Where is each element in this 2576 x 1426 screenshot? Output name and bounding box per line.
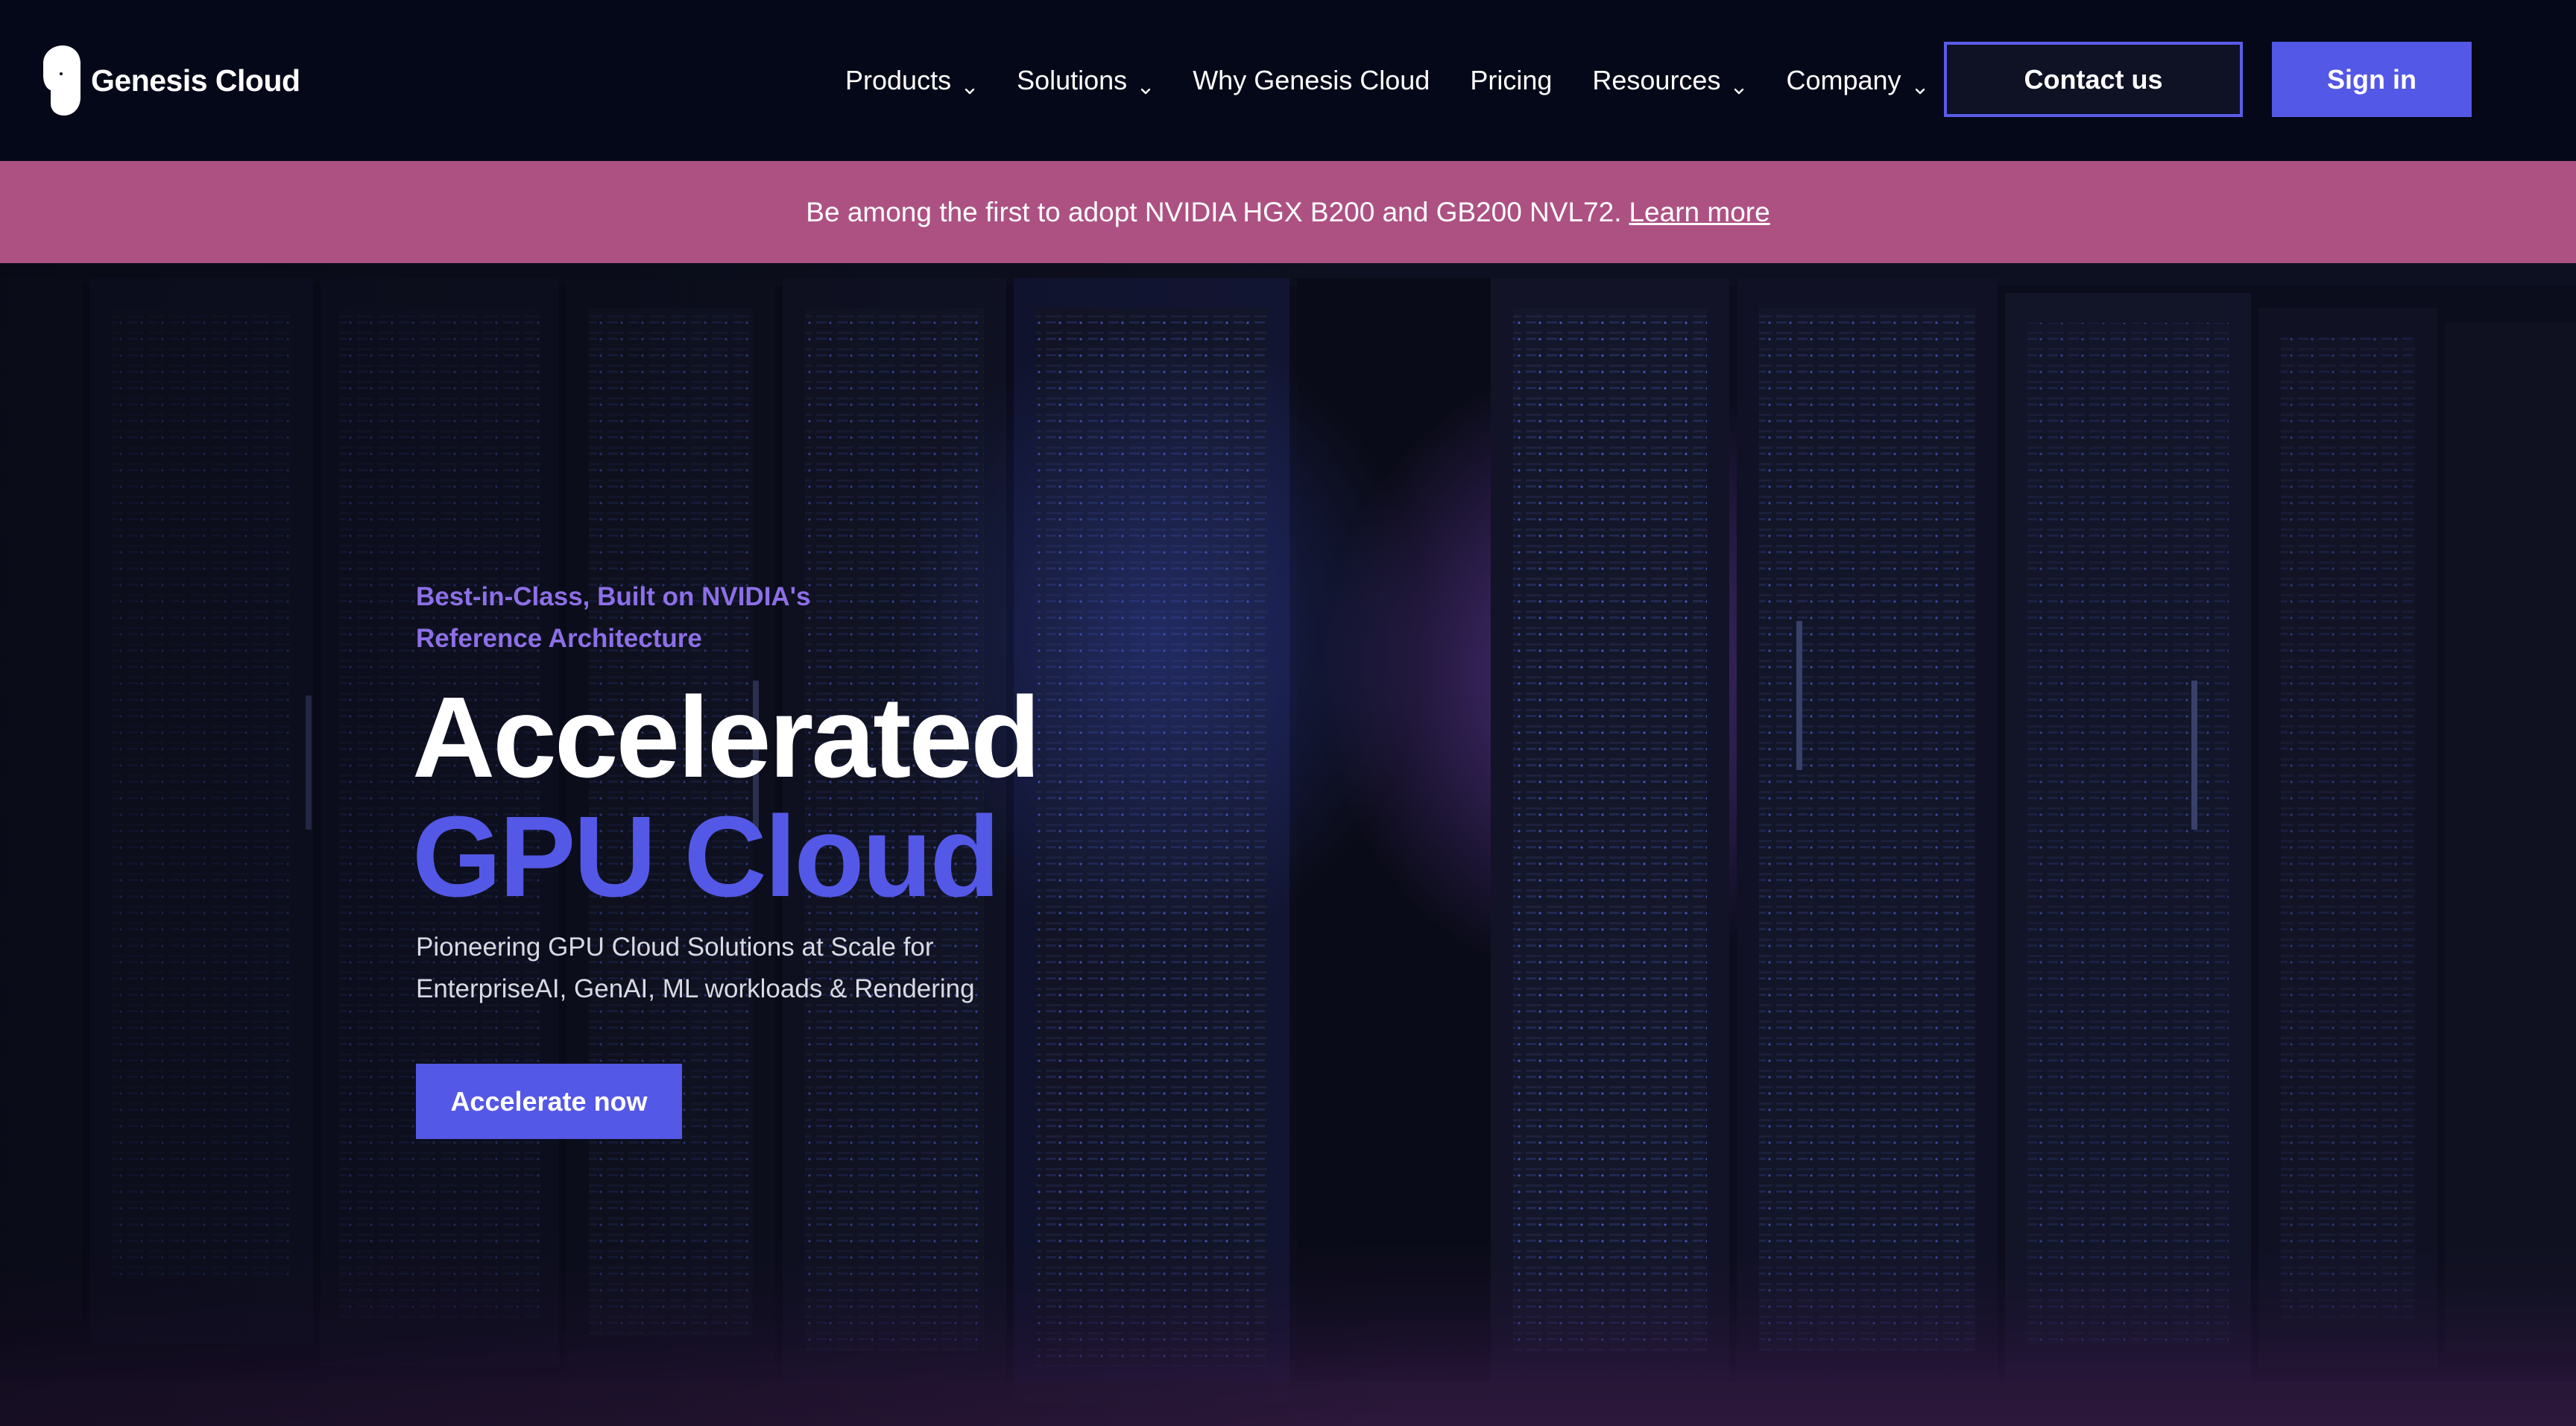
learn-more-link[interactable]: Learn more bbox=[1629, 197, 1770, 228]
sign-in-button[interactable]: Sign in bbox=[2272, 42, 2472, 117]
nav-item-label: Company bbox=[1786, 65, 1901, 95]
hero-headline-line2: GPU Cloud bbox=[412, 792, 1000, 921]
accelerate-now-button[interactable]: Accelerate now bbox=[416, 1064, 682, 1139]
nav-item-why-genesis-cloud[interactable]: Why Genesis Cloud bbox=[1193, 65, 1430, 96]
top-nav: Genesis Cloud Products Solutions Why Gen… bbox=[0, 0, 2576, 161]
hero-section: Best-in-Class, Built on NVIDIA's Referen… bbox=[0, 263, 2576, 1426]
nav-item-products[interactable]: Products bbox=[845, 65, 976, 96]
nav-item-company[interactable]: Company bbox=[1786, 65, 1926, 96]
server-racks-background-image bbox=[0, 263, 2576, 1426]
chevron-down-icon bbox=[1732, 74, 1746, 95]
nav-item-resources[interactable]: Resources bbox=[1592, 65, 1746, 96]
logo-text: Genesis Cloud bbox=[91, 63, 300, 98]
chevron-down-icon bbox=[963, 74, 976, 95]
page: Genesis Cloud Products Solutions Why Gen… bbox=[0, 0, 2576, 1426]
nav-item-solutions[interactable]: Solutions bbox=[1017, 65, 1152, 96]
chevron-down-icon bbox=[1913, 74, 1927, 95]
chevron-down-icon bbox=[1139, 74, 1152, 95]
nav-item-label: Why Genesis Cloud bbox=[1193, 65, 1430, 95]
main-nav: Products Solutions Why Genesis Cloud Pri… bbox=[845, 45, 1927, 116]
nav-item-label: Solutions bbox=[1017, 65, 1128, 95]
nav-item-pricing[interactable]: Pricing bbox=[1470, 65, 1552, 96]
nav-item-label: Pricing bbox=[1470, 65, 1553, 95]
hero-eyebrow: Best-in-Class, Built on NVIDIA's Referen… bbox=[416, 582, 811, 653]
hero-subtext: Pioneering GPU Cloud Solutions at Scale … bbox=[416, 933, 975, 1003]
genesis-cloud-logo-icon bbox=[43, 45, 85, 116]
announcement-banner: Be among the first to adopt NVIDIA HGX B… bbox=[0, 161, 2576, 263]
nav-item-label: Resources bbox=[1592, 65, 1721, 95]
nav-item-label: Products bbox=[845, 65, 952, 95]
banner-text: Be among the first to adopt NVIDIA HGX B… bbox=[806, 196, 1622, 227]
hero-headline-line1: Accelerated bbox=[412, 673, 1041, 801]
logo[interactable]: Genesis Cloud bbox=[43, 45, 300, 116]
contact-us-button[interactable]: Contact us bbox=[1944, 42, 2243, 117]
